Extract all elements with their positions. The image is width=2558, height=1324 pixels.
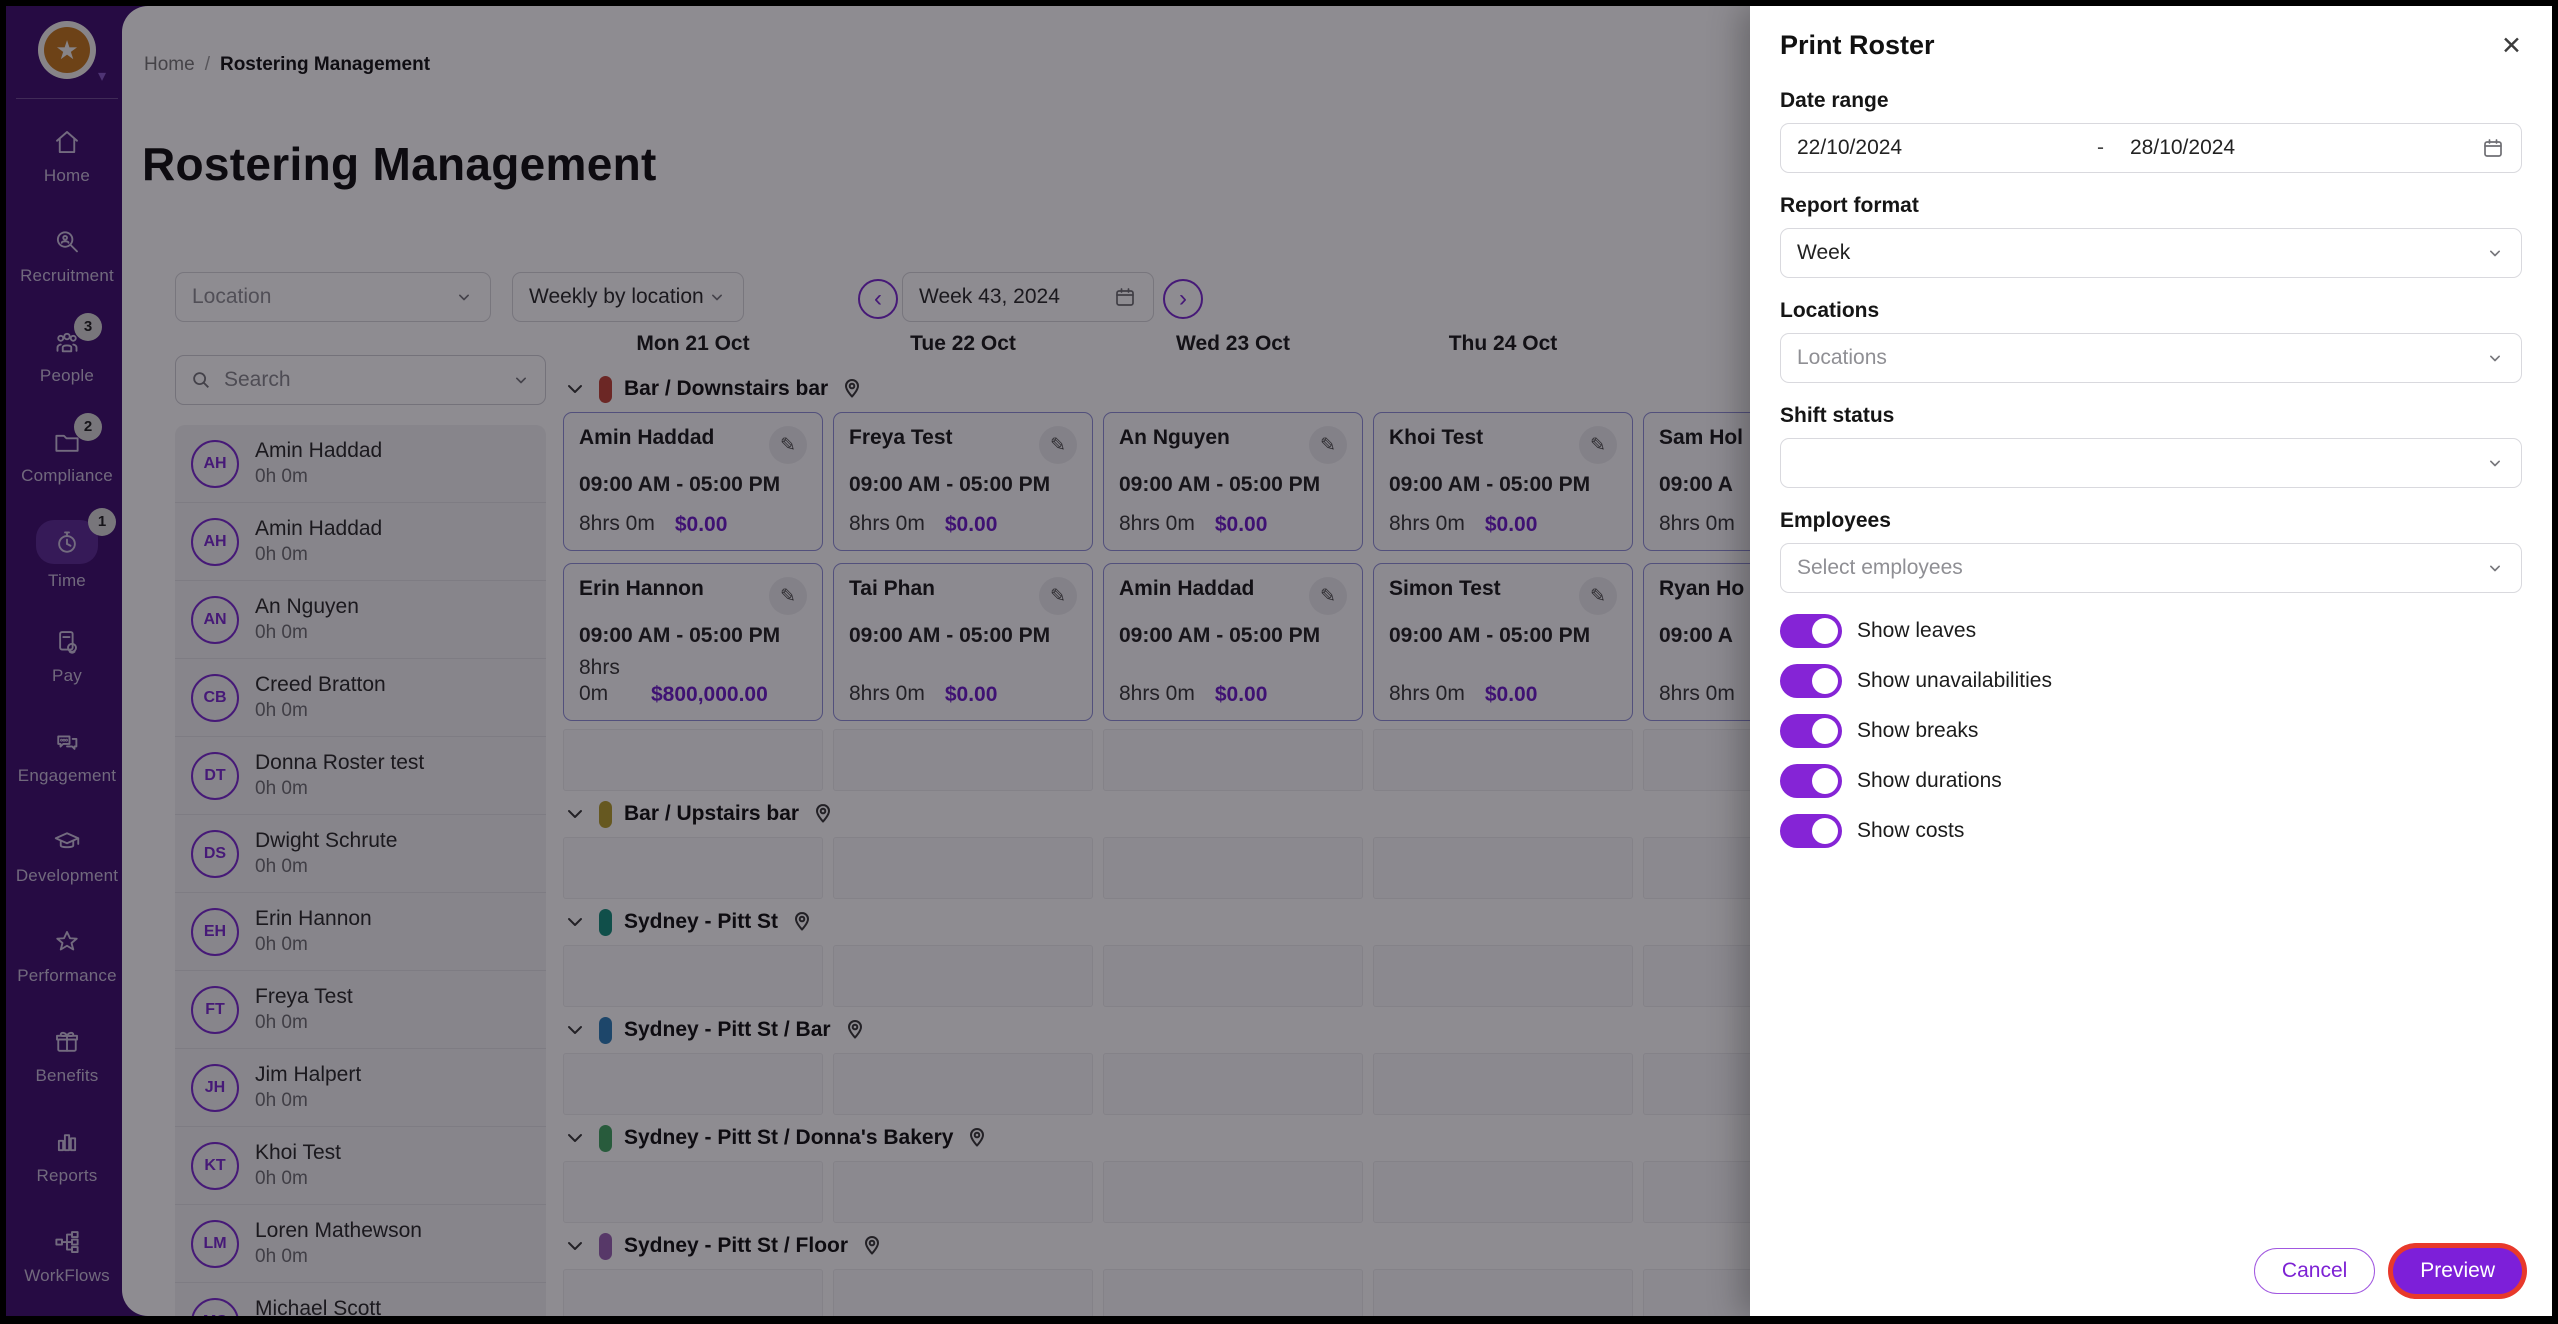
toggle-switch[interactable] xyxy=(1780,814,1842,848)
report-format-label: Report format xyxy=(1780,194,2522,218)
date-end-value[interactable]: 28/10/2024 xyxy=(2130,136,2481,160)
report-format-select[interactable]: Week xyxy=(1780,228,2522,278)
toggle-row: Show unavailabilities xyxy=(1780,664,2522,698)
locations-placeholder: Locations xyxy=(1797,346,1887,370)
toggle-switch[interactable] xyxy=(1780,764,1842,798)
employees-select[interactable]: Select employees xyxy=(1780,543,2522,593)
locations-select[interactable]: Locations xyxy=(1780,333,2522,383)
calendar-icon xyxy=(2481,136,2505,160)
chevron-down-icon xyxy=(2485,558,2505,578)
chevron-down-icon xyxy=(2485,348,2505,368)
employees-placeholder: Select employees xyxy=(1797,556,1963,580)
cancel-button[interactable]: Cancel xyxy=(2254,1248,2375,1294)
chevron-down-icon xyxy=(2485,453,2505,473)
print-roster-modal: Print Roster ✕ Date range 22/10/2024 - 2… xyxy=(1750,6,2552,1316)
employees-label: Employees xyxy=(1780,509,2522,533)
toggle-switch[interactable] xyxy=(1780,714,1842,748)
date-range-input[interactable]: 22/10/2024 - 28/10/2024 xyxy=(1780,123,2522,173)
preview-button[interactable]: Preview xyxy=(2393,1248,2522,1294)
toggle-label: Show durations xyxy=(1857,769,2002,793)
chevron-down-icon xyxy=(2485,243,2505,263)
report-format-value: Week xyxy=(1797,241,1850,265)
toggle-label: Show breaks xyxy=(1857,719,1978,743)
toggle-row: Show durations xyxy=(1780,764,2522,798)
close-icon[interactable]: ✕ xyxy=(2501,31,2522,61)
date-range-dash: - xyxy=(2097,136,2104,160)
toggle-label: Show leaves xyxy=(1857,619,1976,643)
toggle-row: Show leaves xyxy=(1780,614,2522,648)
modal-title: Print Roster xyxy=(1780,30,1935,61)
shift-status-select[interactable] xyxy=(1780,438,2522,488)
date-range-label: Date range xyxy=(1780,89,2522,113)
toggle-switch[interactable] xyxy=(1780,664,1842,698)
date-start-value[interactable]: 22/10/2024 xyxy=(1797,136,2097,160)
shift-status-label: Shift status xyxy=(1780,404,2522,428)
toggle-label: Show costs xyxy=(1857,819,1964,843)
app-window: ★ ▾ Home Recruitment 3 xyxy=(6,6,2552,1316)
toggle-list: Show leaves Show unavailabilities Show b… xyxy=(1780,614,2522,848)
toggle-row: Show breaks xyxy=(1780,714,2522,748)
toggle-row: Show costs xyxy=(1780,814,2522,848)
toggle-label: Show unavailabilities xyxy=(1857,669,2052,693)
locations-label: Locations xyxy=(1780,299,2522,323)
toggle-switch[interactable] xyxy=(1780,614,1842,648)
